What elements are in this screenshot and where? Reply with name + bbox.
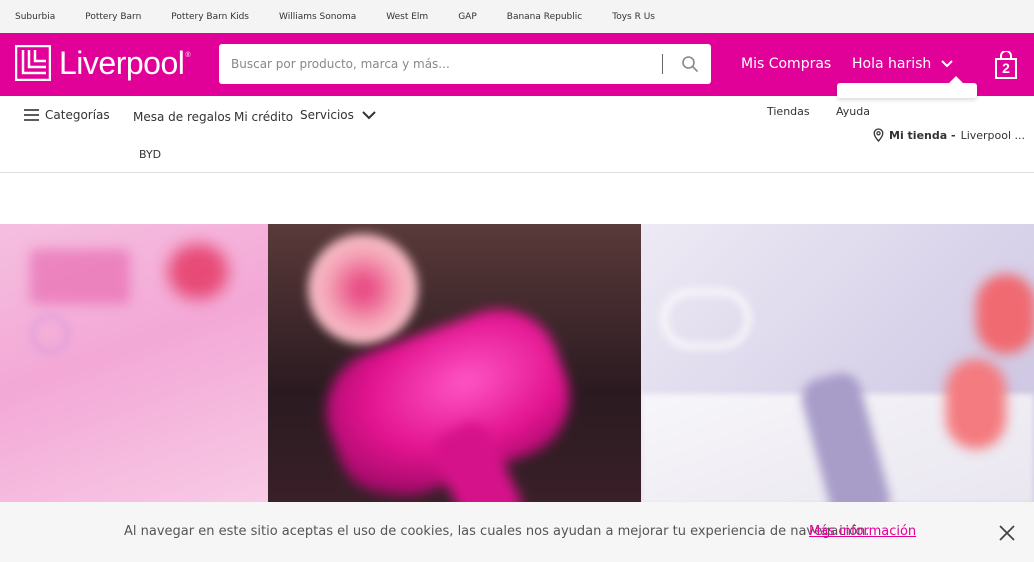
cookie-more-info-link[interactable]: Más información xyxy=(809,524,916,539)
brand-link-suburbia[interactable]: Suburbia xyxy=(15,12,55,22)
brand-link-west-elm[interactable]: West Elm xyxy=(386,12,428,22)
servicios-label: Servicios xyxy=(300,108,354,122)
banner-panel-promo xyxy=(0,224,268,504)
brand-link-pottery-barn[interactable]: Pottery Barn xyxy=(85,12,141,22)
search-input[interactable] xyxy=(219,57,662,71)
mi-tienda-selector[interactable]: Mi tienda - Liverpool ... xyxy=(873,128,1025,142)
brand-topbar: Suburbia Pottery Barn Pottery Barn Kids … xyxy=(0,0,1034,33)
greeting-text: Hola harish xyxy=(852,56,932,72)
nav-servicios[interactable]: Servicios xyxy=(300,108,376,122)
ayuda-link[interactable]: Ayuda xyxy=(836,105,870,118)
search-divider xyxy=(662,54,663,74)
brand-link-williams-sonoma[interactable]: Williams Sonoma xyxy=(279,12,356,22)
brand-link-pottery-barn-kids[interactable]: Pottery Barn Kids xyxy=(171,12,249,22)
close-icon[interactable] xyxy=(998,524,1016,542)
brand-link-gap[interactable]: GAP xyxy=(458,12,477,22)
search-bar xyxy=(219,44,711,84)
liverpool-logo[interactable]: Liverpool ® xyxy=(14,44,191,82)
nav-mi-credito[interactable]: Mi crédito xyxy=(234,110,293,124)
brand-link-banana-republic[interactable]: Banana Republic xyxy=(507,12,582,22)
cookie-banner: Al navegar en este sitio aceptas el uso … xyxy=(0,502,1034,562)
tiendas-link[interactable]: Tiendas xyxy=(767,105,810,118)
hamburger-icon xyxy=(24,109,39,121)
logo-mark-icon xyxy=(14,44,52,82)
mi-tienda-label: Mi tienda - xyxy=(889,128,956,142)
account-dropdown-popover xyxy=(837,76,977,98)
banner-panel-hair-dryer xyxy=(268,224,641,504)
logo-text: Liverpool xyxy=(59,45,185,81)
shopping-bag-icon[interactable]: 2 xyxy=(995,50,1017,79)
cookie-message: Al navegar en este sitio aceptas el uso … xyxy=(124,524,870,539)
categorias-menu[interactable]: Categorías xyxy=(24,108,110,122)
chevron-down-icon xyxy=(941,60,953,68)
hero-banner[interactable] xyxy=(0,224,1034,504)
location-pin-icon xyxy=(873,128,884,142)
account-menu[interactable]: Hola harish xyxy=(852,56,953,72)
nav-byd[interactable]: BYD xyxy=(139,148,161,161)
search-icon[interactable] xyxy=(675,49,705,79)
logo-registered-mark: ® xyxy=(185,51,191,59)
brand-link-toys-r-us[interactable]: Toys R Us xyxy=(612,12,655,22)
cart-count-badge: 2 xyxy=(1002,60,1010,76)
nav-mesa-de-regalos[interactable]: Mesa de regalos xyxy=(133,110,231,124)
mi-tienda-value: Liverpool ... xyxy=(960,128,1026,142)
chevron-down-icon xyxy=(362,110,376,119)
categorias-label: Categorías xyxy=(45,108,110,122)
banner-panel-beauty-tools xyxy=(641,224,1034,504)
secondary-nav: Categorías Mesa de regalos Mi crédito Se… xyxy=(0,96,1034,173)
mis-compras-link[interactable]: Mis Compras xyxy=(741,56,831,72)
